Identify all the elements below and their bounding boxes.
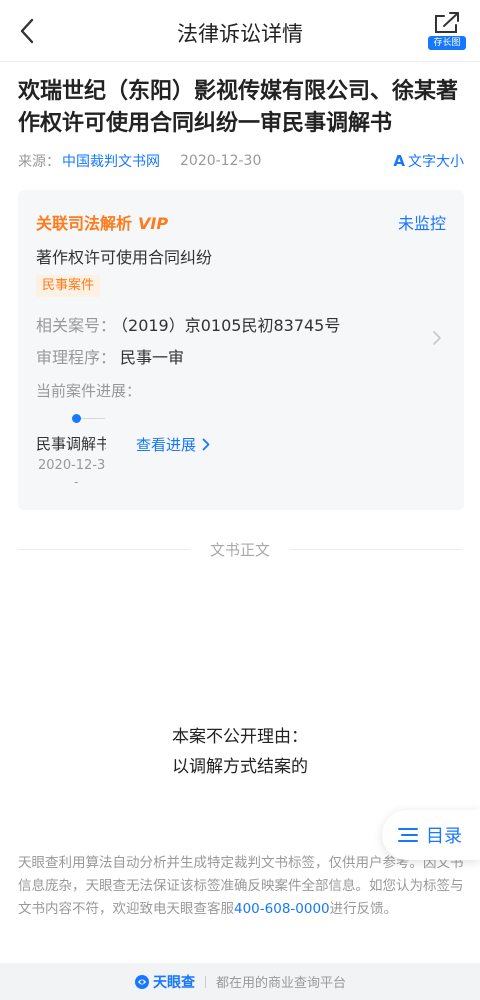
page-title: 法律诉讼详情	[177, 22, 303, 46]
body-reason-value: 以调解方式结案的	[172, 757, 308, 777]
disclaimer-suffix: 进行反馈。	[329, 901, 398, 917]
divider-right	[290, 549, 462, 550]
toc-button[interactable]: 目录	[382, 810, 480, 860]
save-image-badge: 存长图	[428, 36, 466, 50]
footer-bar: 天眼查 都在用的商业查询平台	[0, 963, 480, 1000]
case-number-value: （2019）京0105民初83745号	[120, 316, 341, 335]
progress-step-dash: -	[74, 475, 79, 489]
document-meta: 来源： 中国裁判文书网 2020-12-30 A 文字大小	[18, 150, 464, 172]
procedure-value: 民事一审	[120, 348, 185, 367]
procedure-label: 审理程序：	[36, 348, 117, 367]
toc-label: 目录	[426, 826, 462, 847]
service-phone-link[interactable]: 400-608-0000	[234, 901, 330, 917]
view-progress-link[interactable]: 查看进展	[136, 434, 210, 455]
top-nav-bar: 法律诉讼详情 存长图	[0, 0, 480, 62]
source-label: 来源：	[18, 154, 60, 170]
document-title: 欢瑞世纪（东阳）影视传媒有限公司、徐某著作权许可使用合同纠纷一审民事调解书	[18, 79, 459, 136]
share-icon	[435, 12, 459, 33]
tianyancha-logo-icon	[134, 974, 149, 989]
chevron-right-small-icon	[202, 438, 210, 451]
progress-step-name: 民事调解书	[36, 435, 106, 453]
case-number-label: 相关案号：	[36, 316, 117, 335]
publish-date: 2020-12-30	[180, 153, 262, 169]
card-heading: 关联司法解析 VIP	[36, 210, 168, 234]
monitor-button[interactable]: 未监控	[398, 210, 446, 234]
vip-badge: VIP	[138, 214, 169, 233]
card-heading-text: 关联司法解析	[36, 214, 133, 233]
save-long-image-button[interactable]: 存长图	[428, 10, 466, 52]
case-cause: 著作权许可使用合同纠纷	[36, 248, 213, 267]
font-size-button[interactable]: A 文字大小	[393, 151, 464, 171]
chevron-right-icon	[433, 331, 441, 345]
case-number-row: 相关案号： （2019）京0105民初83745号	[36, 312, 340, 336]
brand-logo: 天眼查	[134, 972, 195, 992]
font-size-icon: A	[393, 152, 405, 170]
list-icon	[398, 828, 418, 842]
source-link[interactable]: 中国裁判文书网	[62, 151, 160, 171]
view-progress-label: 查看进展	[136, 436, 197, 454]
body-reason-label: 本案不公开理由：	[172, 727, 308, 747]
progress-step-date: 2020-12-30	[38, 458, 106, 473]
disclaimer: 天眼查利用算法自动分析并生成特定裁判文书标签，仅供用户参考。因文书信息庞杂，天眼…	[18, 852, 464, 921]
judicial-analysis-card[interactable]: 关联司法解析 VIP 未监控 著作权许可使用合同纠纷 民事案件 相关案号： （201…	[18, 190, 464, 510]
footer-separator	[204, 975, 206, 988]
progress-label: 当前案件进展：	[36, 382, 142, 400]
divider-left	[18, 549, 190, 550]
section-label: 文书正文	[209, 541, 270, 559]
procedure-row: 审理程序： 民事一审	[36, 344, 184, 368]
footer-slogan: 都在用的商业查询平台	[215, 976, 346, 991]
font-size-label: 文字大小	[408, 154, 464, 170]
timeline-dot	[72, 414, 81, 423]
case-type-tag: 民事案件	[36, 275, 101, 297]
brand-name: 天眼查	[152, 974, 195, 991]
timeline-line	[81, 418, 105, 419]
